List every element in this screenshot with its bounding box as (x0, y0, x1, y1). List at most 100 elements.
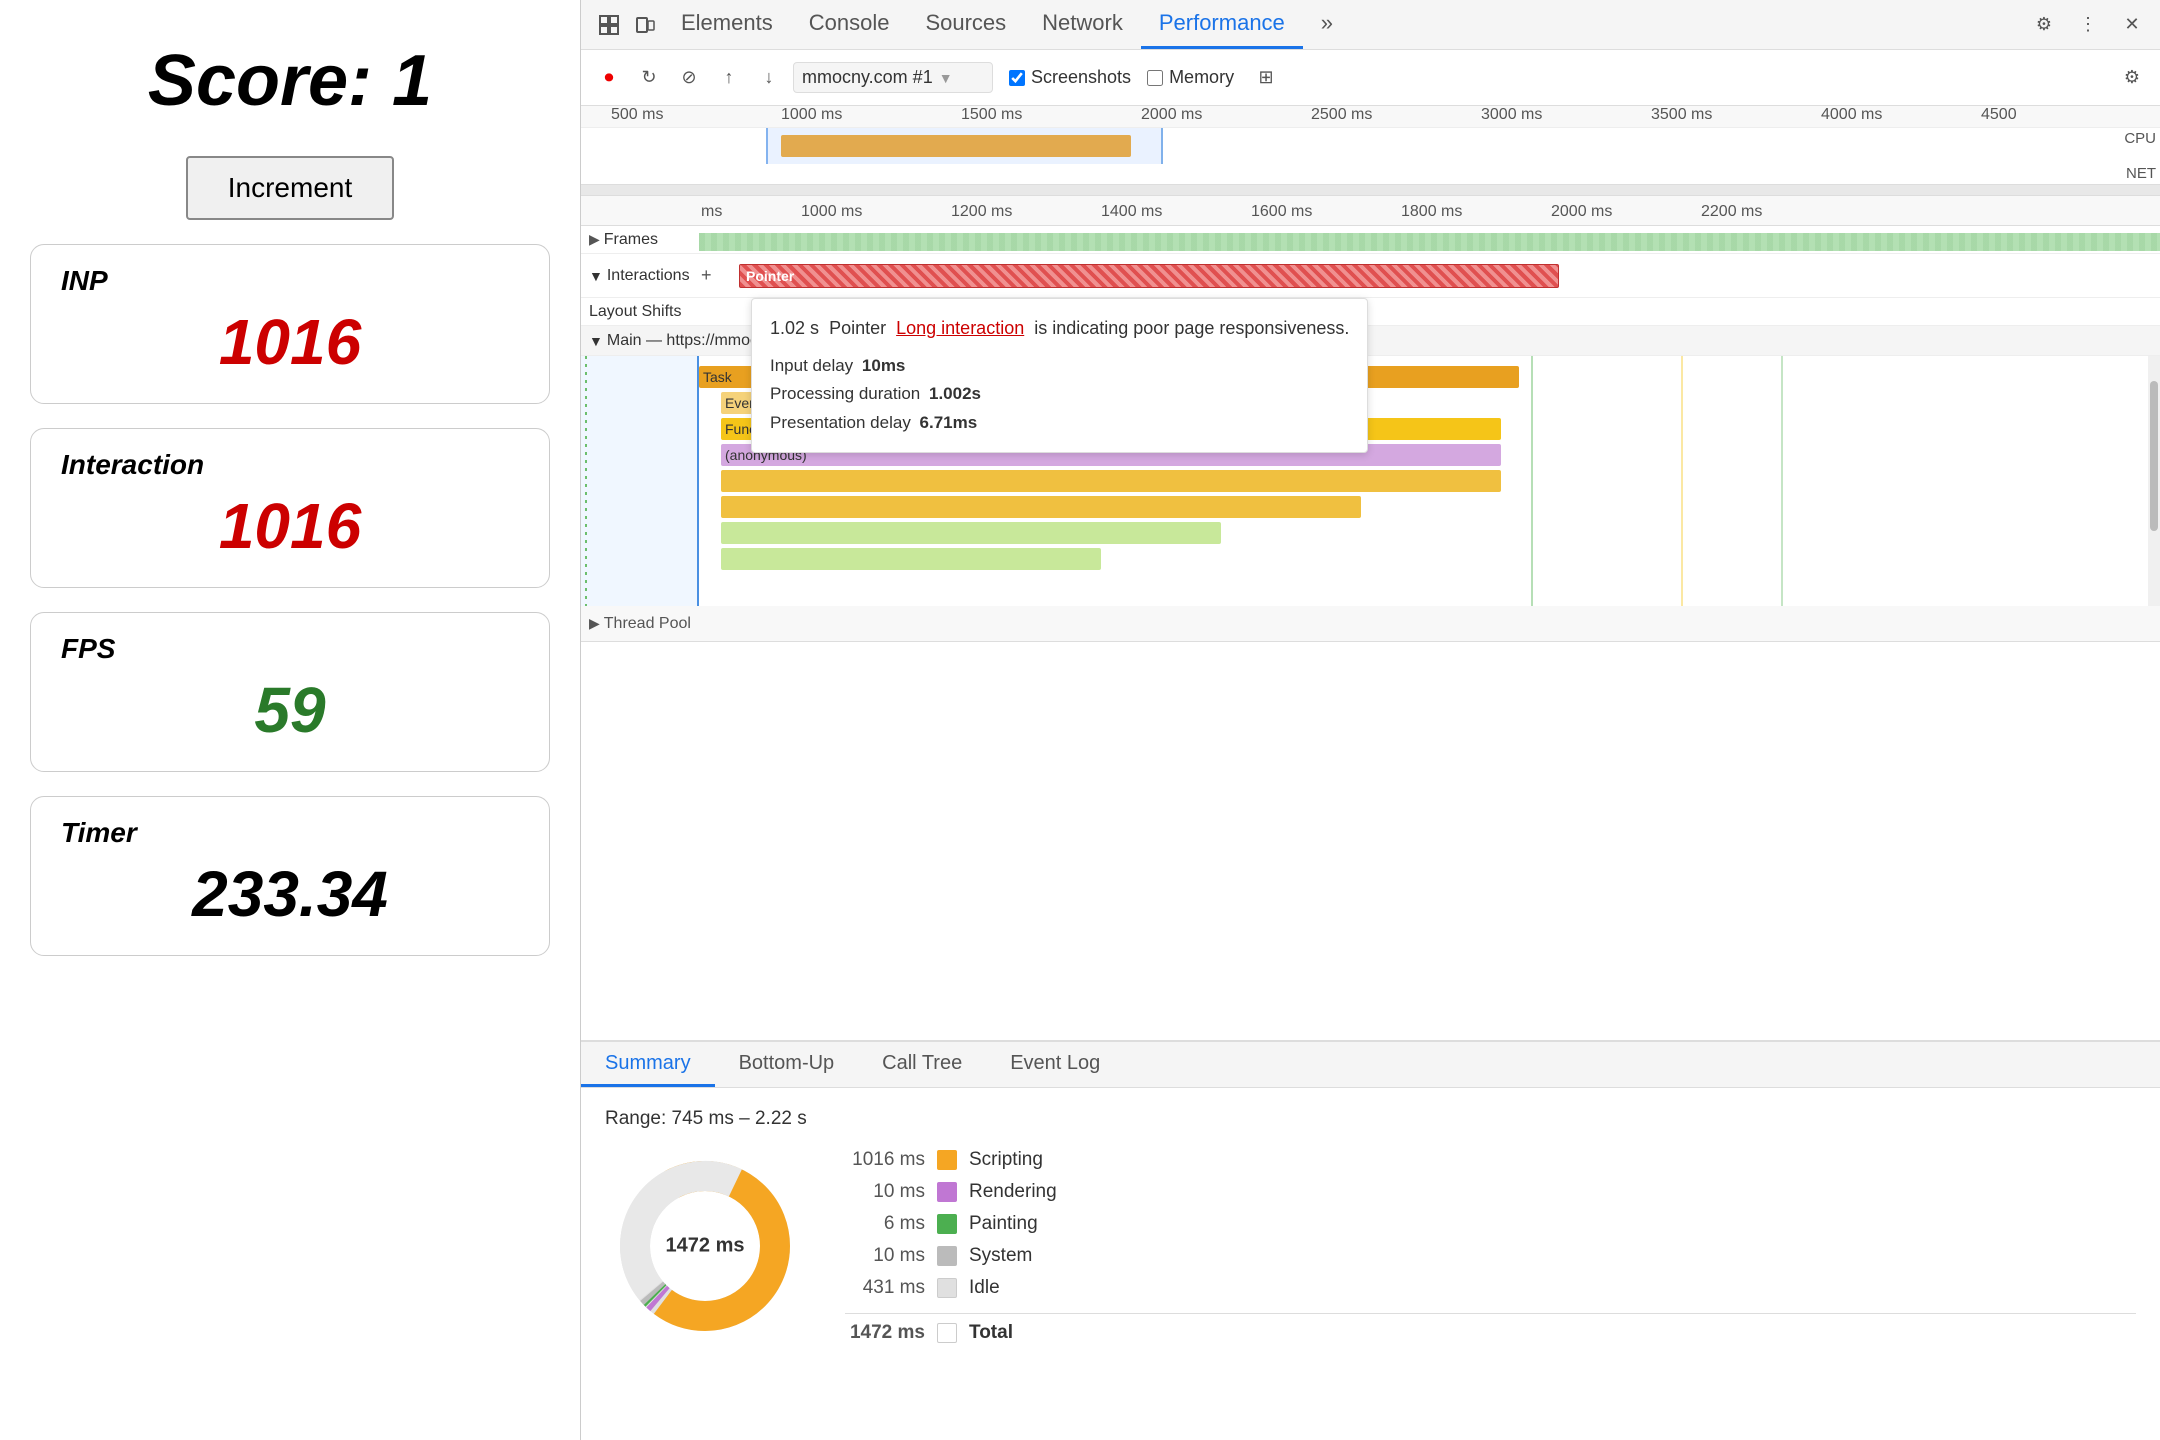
flame-bar-4[interactable] (721, 470, 1501, 492)
flame-bar-5[interactable] (721, 496, 1361, 518)
screenshots-checkbox[interactable] (1009, 70, 1025, 86)
close-icon[interactable]: ✕ (2114, 7, 2150, 43)
cpu-label: CPU (2124, 130, 2156, 147)
tick-2500: 2500 ms (1311, 106, 1372, 124)
tab-more[interactable]: » (1303, 0, 1351, 49)
tab-summary[interactable]: Summary (581, 1042, 715, 1087)
fps-label: FPS (61, 633, 519, 665)
interaction-tooltip: 1.02 s Pointer Long interaction is indic… (751, 298, 1368, 453)
timer-value: 233.34 (61, 857, 519, 931)
thread-pool-track[interactable]: ▶ Thread Pool (581, 606, 2160, 642)
ruler-1000: 1000 ms (801, 203, 862, 221)
interactions-track: ▼ Interactions + Pointer (581, 254, 2160, 298)
increment-button[interactable]: Increment (186, 156, 395, 220)
tab-console[interactable]: Console (791, 0, 908, 49)
url-label: mmocny.com #1 (802, 67, 933, 88)
summary-left: Range: 745 ms – 2.22 s (605, 1108, 2136, 1420)
interaction-label: Interaction (61, 449, 519, 481)
painting-label: Painting (969, 1213, 1038, 1235)
tick-3500: 3500 ms (1651, 106, 1712, 124)
vert-line-1 (1531, 356, 1533, 606)
perf-settings-icon[interactable]: ⚙ (2116, 62, 2148, 94)
tab-call-tree[interactable]: Call Tree (858, 1042, 986, 1087)
capture-icon[interactable]: ⊞ (1250, 62, 1282, 94)
tick-500: 500 ms (611, 106, 663, 124)
net-label: NET (2126, 165, 2156, 182)
tick-4000: 4000 ms (1821, 106, 1882, 124)
download-button[interactable]: ↓ (753, 62, 785, 94)
ruler-1200: 1200 ms (951, 203, 1012, 221)
main-thread-sidebar (581, 356, 699, 606)
interaction-card: Interaction 1016 (30, 428, 550, 588)
add-icon: + (701, 265, 712, 286)
tab-network[interactable]: Network (1024, 0, 1141, 49)
tab-sources[interactable]: Sources (907, 0, 1024, 49)
ruler-2200: 2200 ms (1701, 203, 1762, 221)
idle-label: Idle (969, 1277, 1000, 1299)
capture-icon-group: ⊞ (1250, 62, 1282, 94)
device-toggle-icon[interactable] (627, 7, 663, 43)
inp-card: INP 1016 (30, 244, 550, 404)
record-button[interactable]: ⏺ (593, 62, 625, 94)
thread-pool-arrow: ▶ (589, 615, 600, 632)
summary-chart-area: 1472 ms 1016 ms Scripting 10 ms (605, 1146, 2136, 1346)
legend-painting: 6 ms Painting (845, 1213, 2136, 1235)
tab-performance[interactable]: Performance (1141, 0, 1303, 49)
selection-right-marker (1161, 128, 1163, 164)
url-selector[interactable]: mmocny.com #1 ▼ (793, 62, 993, 93)
screenshots-toggle[interactable]: Screenshots (1009, 67, 1131, 88)
ruler-2000: 2000 ms (1551, 203, 1612, 221)
memory-checkbox[interactable] (1147, 70, 1163, 86)
ruler-1400: 1400 ms (1101, 203, 1162, 221)
ruler-1800: 1800 ms (1401, 203, 1462, 221)
detail-ruler: ms 1000 ms 1200 ms 1400 ms 1600 ms 1800 … (581, 196, 2160, 226)
interaction-value: 1016 (61, 489, 519, 563)
devtools-icons: ⚙ ⋮ ✕ (2026, 7, 2150, 43)
fps-value: 59 (61, 673, 519, 747)
long-interaction-link[interactable]: Long interaction (896, 318, 1024, 338)
interaction-pointer-bar[interactable]: Pointer (739, 264, 1559, 288)
tab-elements[interactable]: Elements (663, 0, 791, 49)
score-title: Score: 1 (148, 40, 432, 122)
inp-label: INP (61, 265, 519, 297)
system-label: System (969, 1245, 1032, 1267)
scrollbar-thumb[interactable] (2150, 381, 2158, 531)
reload-record-button[interactable]: ↻ (633, 62, 665, 94)
url-chevron: ▼ (939, 70, 953, 86)
more-icon[interactable]: ⋮ (2070, 7, 2106, 43)
legend-rendering: 10 ms Rendering (845, 1181, 2136, 1203)
upload-button[interactable]: ↑ (713, 62, 745, 94)
memory-toggle[interactable]: Memory (1147, 67, 1234, 88)
frames-label: ▶ Frames (581, 231, 699, 249)
scripting-dot (937, 1150, 957, 1170)
flame-bar-7[interactable] (721, 548, 1101, 570)
tooltip-title: 1.02 s Pointer Long interaction is indic… (770, 313, 1349, 344)
timer-card: Timer 233.34 (30, 796, 550, 956)
rendering-label: Rendering (969, 1181, 1057, 1203)
interactions-section: ▼ Interactions + Pointer 1 (581, 254, 2160, 298)
legend-idle: 431 ms Idle (845, 1277, 2136, 1299)
inspect-icon[interactable] (591, 7, 627, 43)
frames-content[interactable] (699, 233, 2160, 251)
scripting-label: Scripting (969, 1149, 1043, 1171)
thread-pool-label: Thread Pool (604, 615, 691, 633)
timeline-tracks: ▶ Frames ▼ Interactions + (581, 226, 2160, 1040)
selection-overlay (766, 128, 1161, 164)
painting-dot (937, 1214, 957, 1234)
summary-tabs: Summary Bottom-Up Call Tree Event Log (581, 1042, 2160, 1088)
tab-event-log[interactable]: Event Log (986, 1042, 1124, 1087)
summary-panel: Summary Bottom-Up Call Tree Event Log Ra… (581, 1040, 2160, 1440)
perf-toolbar: ⏺ ↻ ⊘ ↑ ↓ mmocny.com #1 ▼ Screenshots Me… (581, 50, 2160, 106)
tab-bottom-up[interactable]: Bottom-Up (715, 1042, 859, 1087)
vert-line-3 (1781, 356, 1783, 606)
flame-bar-6[interactable] (721, 522, 1221, 544)
legend-area: 1016 ms Scripting 10 ms Rendering 6 ms (845, 1149, 2136, 1344)
range-label: Range: 745 ms – 2.22 s (605, 1108, 2136, 1130)
settings-icon[interactable]: ⚙ (2026, 7, 2062, 43)
timeline-overview[interactable]: 500 ms 1000 ms 1500 ms 2000 ms 2500 ms 3… (581, 106, 2160, 196)
pointer-label: Pointer (746, 268, 794, 284)
idle-dot (937, 1278, 957, 1298)
timer-label: Timer (61, 817, 519, 849)
clear-button[interactable]: ⊘ (673, 62, 705, 94)
interactions-content[interactable]: + Pointer (699, 254, 2160, 297)
